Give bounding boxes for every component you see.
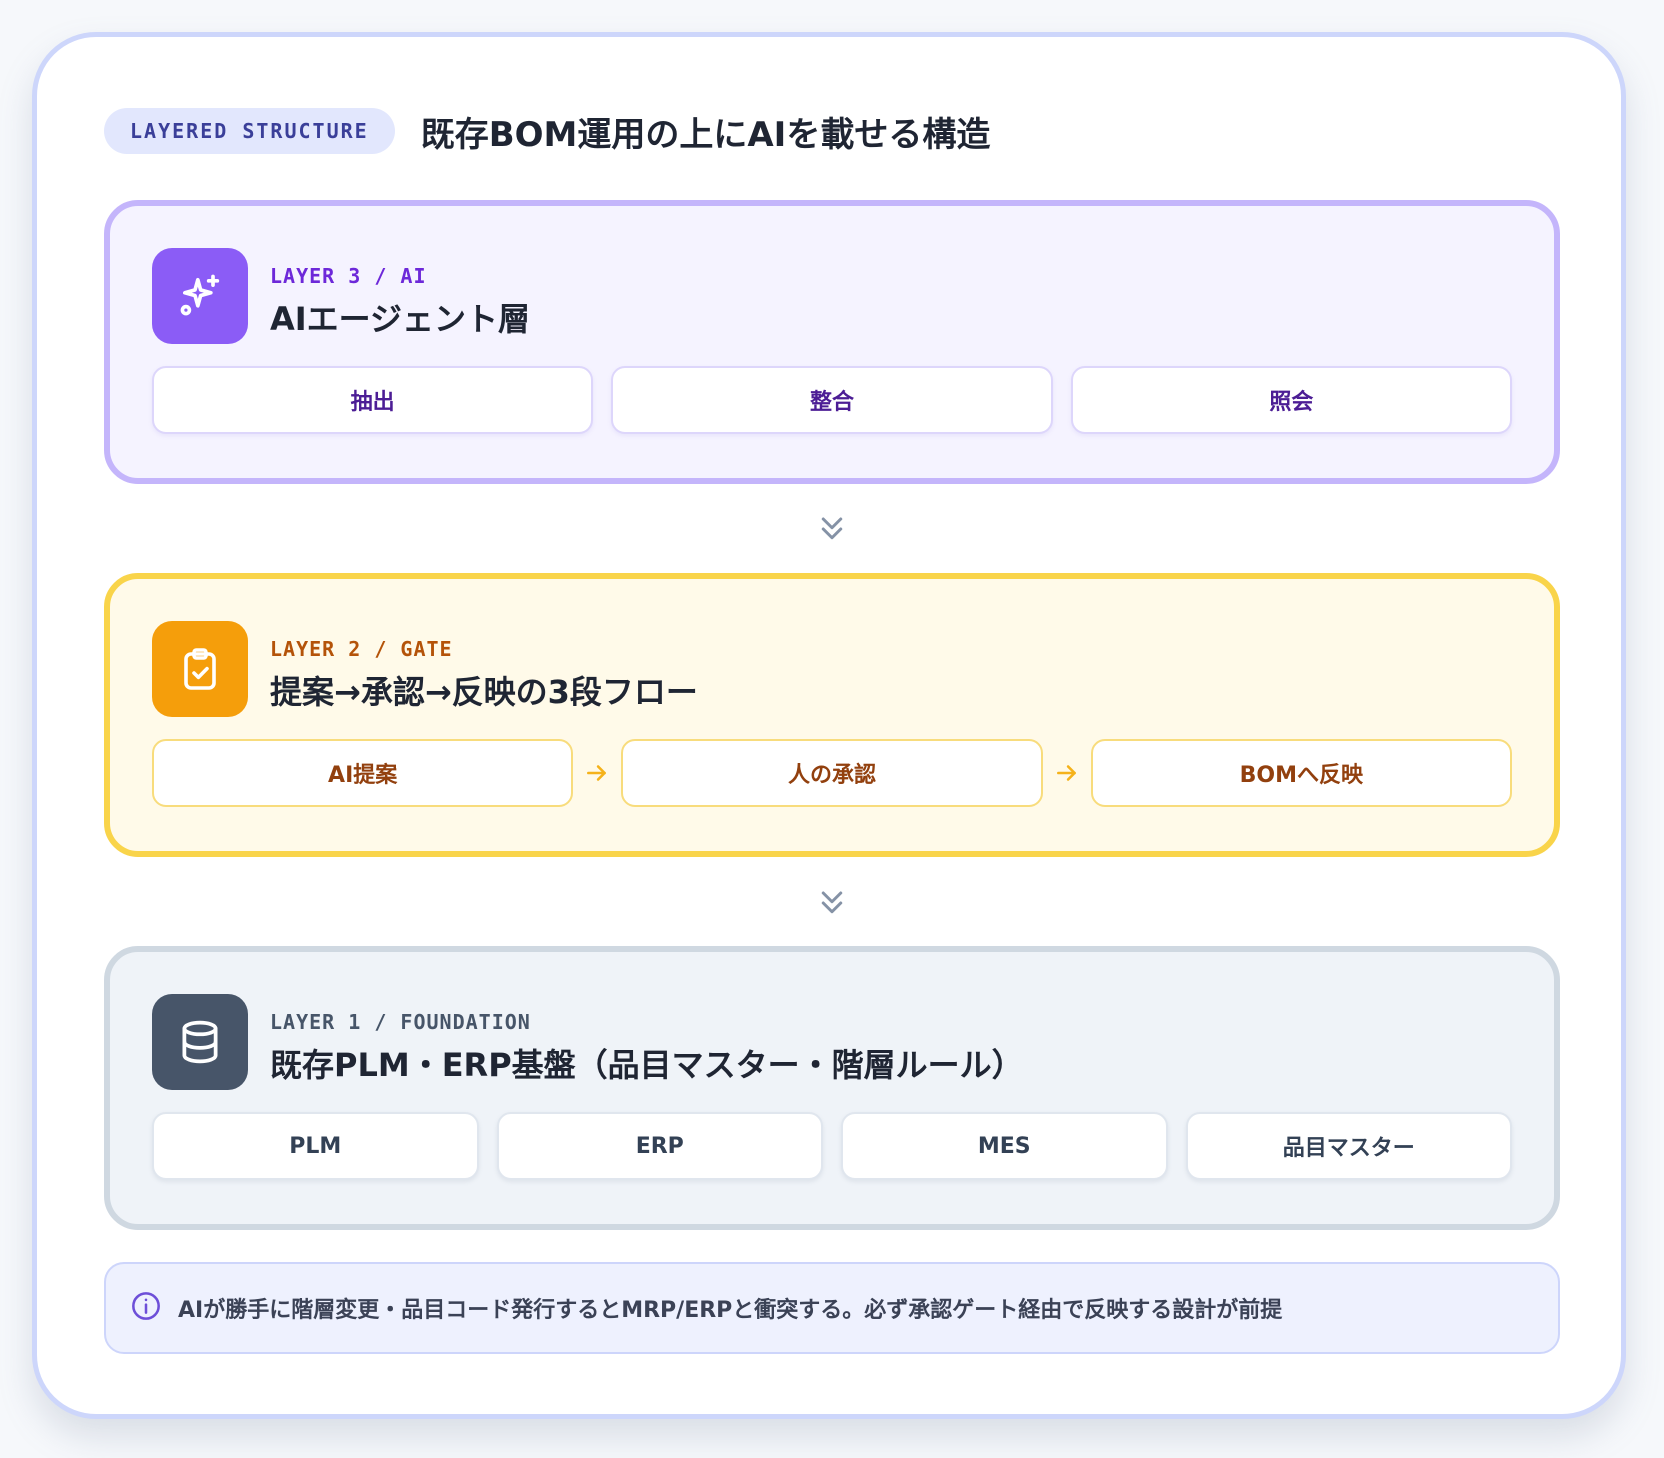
- chevrons-down-icon: [817, 888, 847, 918]
- ai-capabilities: 抽出 整合 照会: [152, 366, 1512, 434]
- page-title: 既存BOM運用の上にAIを載せる構造: [420, 114, 991, 155]
- chevrons-down-icon: [817, 514, 847, 544]
- layer-kicker: LAYER 3 / AI: [270, 264, 427, 288]
- layer-title: 提案→承認→反映の3段フロー: [270, 673, 698, 711]
- sparkles-icon: [152, 248, 248, 344]
- layer-3-ai: LAYER 3 / AI AIエージェント層 抽出 整合 照会: [104, 200, 1560, 484]
- system-item-master: 品目マスター: [1185, 1112, 1512, 1180]
- layer-title: 既存PLM・ERP基盤（品目マスター・階層ルール）: [270, 1046, 1024, 1084]
- system-erp: ERP: [496, 1112, 823, 1180]
- system-plm: PLM: [152, 1112, 479, 1180]
- layer-title: AIエージェント層: [270, 300, 531, 338]
- layer-1-foundation: LAYER 1 / FOUNDATION 既存PLM・ERP基盤（品目マスター・…: [104, 946, 1560, 1230]
- step-ai-proposal: AI提案: [152, 739, 574, 807]
- arrow-right-icon: [1043, 760, 1091, 786]
- info-icon: [130, 1290, 162, 1326]
- chip-extract: 抽出: [152, 366, 594, 434]
- layer-2-gate: LAYER 2 / GATE 提案→承認→反映の3段フロー AI提案 人の承認 …: [104, 573, 1560, 857]
- foundation-systems: PLM ERP MES 品目マスター: [152, 1112, 1512, 1180]
- system-mes: MES: [841, 1112, 1168, 1180]
- info-note: AIが勝手に階層変更・品目コード発行するとMRP/ERPと衝突する。必ず承認ゲー…: [104, 1262, 1560, 1354]
- step-human-approval: 人の承認: [621, 739, 1043, 807]
- header: LAYERED STRUCTURE 既存BOM運用の上にAIを載せる構造: [104, 108, 991, 155]
- approval-flow: AI提案 人の承認 BOMへ反映: [152, 739, 1512, 807]
- layer-kicker: LAYER 1 / FOUNDATION: [270, 1010, 531, 1034]
- chip-query: 照会: [1070, 366, 1512, 434]
- note-text: AIが勝手に階層変更・品目コード発行するとMRP/ERPと衝突する。必ず承認ゲー…: [178, 1298, 1283, 1323]
- chip-reconcile: 整合: [611, 366, 1053, 434]
- step-apply-to-bom: BOMへ反映: [1090, 739, 1512, 807]
- section-tag: LAYERED STRUCTURE: [104, 108, 395, 154]
- arrow-right-icon: [573, 760, 621, 786]
- database-icon: [152, 994, 248, 1090]
- layer-kicker: LAYER 2 / GATE: [270, 637, 453, 661]
- clipboard-check-icon: [152, 621, 248, 717]
